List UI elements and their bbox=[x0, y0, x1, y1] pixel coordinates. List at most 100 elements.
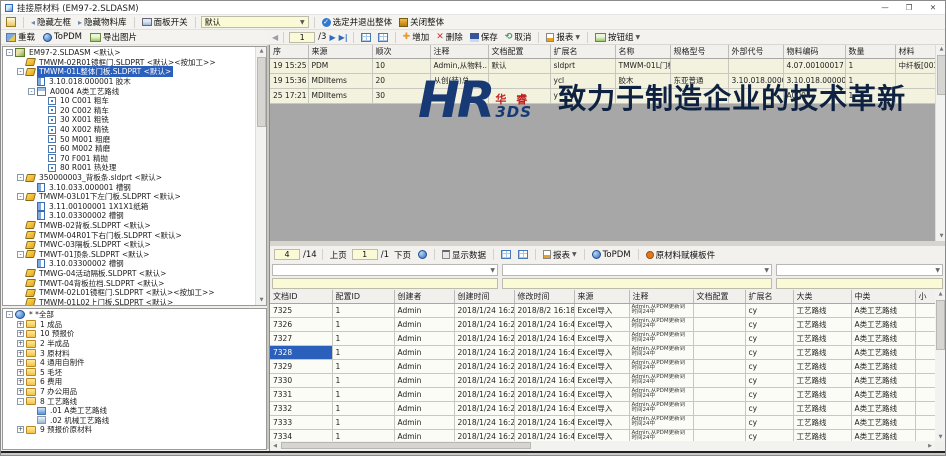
column-header[interactable]: 顺次 bbox=[372, 45, 430, 58]
tree-node[interactable]: 10 C001 粗车 bbox=[3, 96, 255, 106]
close-part-button[interactable]: 关闭整体 bbox=[397, 16, 446, 29]
cell[interactable]: 30 bbox=[372, 88, 430, 103]
cell[interactable]: 1 bbox=[332, 359, 394, 373]
page-number-input[interactable]: 1 bbox=[352, 249, 378, 260]
cell[interactable]: cy bbox=[745, 401, 793, 415]
cell[interactable]: cy bbox=[745, 345, 793, 359]
save-button[interactable]: 保存 bbox=[468, 31, 500, 44]
column-header[interactable]: 序 bbox=[270, 45, 308, 58]
cell[interactable]: 1 bbox=[332, 387, 394, 401]
column-header[interactable]: 外部代号 bbox=[728, 45, 783, 58]
cell[interactable]: ycl bbox=[550, 73, 615, 88]
tree-node[interactable]: 50 M001 粗磨 bbox=[3, 134, 255, 144]
cell[interactable] bbox=[693, 373, 745, 387]
cell[interactable]: A类工艺路线 bbox=[851, 317, 915, 331]
report-button[interactable]: 报表▼ bbox=[544, 31, 582, 44]
cell[interactable]: Admin bbox=[394, 359, 454, 373]
column-header[interactable]: 材料 bbox=[895, 45, 936, 58]
scroll-down-icon[interactable]: ▼ bbox=[936, 232, 946, 241]
cell[interactable]: Excel导入 bbox=[574, 331, 629, 345]
cell[interactable]: 2018/1/24 16:26 bbox=[454, 415, 514, 429]
cell[interactable]: 默认 bbox=[488, 58, 550, 73]
cell[interactable]: 工艺路线 bbox=[793, 373, 851, 387]
cell[interactable]: 1 bbox=[332, 303, 394, 317]
cell[interactable]: cy bbox=[745, 303, 793, 317]
column-header[interactable]: 文档配置 bbox=[693, 290, 745, 303]
cell[interactable]: Admin bbox=[394, 415, 454, 429]
table-row[interactable]: 73331Admin2018/1/24 16:262018/1/24 16:44… bbox=[270, 415, 936, 429]
cell[interactable]: A类工艺路线 bbox=[851, 401, 915, 415]
cell[interactable] bbox=[915, 415, 936, 429]
cell[interactable]: 7330 bbox=[270, 373, 332, 387]
cell[interactable]: cy bbox=[745, 317, 793, 331]
table-row[interactable]: 73321Admin2018/1/24 16:262018/1/24 16:44… bbox=[270, 401, 936, 415]
table-row[interactable]: 25 17:21MDIItems30yA00041 bbox=[270, 88, 936, 103]
cell[interactable]: Excel导入 bbox=[574, 345, 629, 359]
material-template-button[interactable]: 原材料赋模板件 bbox=[644, 248, 718, 261]
cell[interactable] bbox=[895, 73, 936, 88]
column-header[interactable]: 配置ID bbox=[332, 290, 394, 303]
scrollbar-thumb[interactable] bbox=[937, 55, 946, 95]
cell[interactable]: 1 bbox=[332, 345, 394, 359]
cell[interactable]: cy bbox=[745, 373, 793, 387]
expand-icon[interactable]: + bbox=[17, 359, 24, 366]
cell[interactable] bbox=[915, 401, 936, 415]
column-header[interactable]: 小 bbox=[915, 290, 936, 303]
tree-node[interactable]: -8 工艺路线 bbox=[3, 396, 266, 406]
refresh-button[interactable] bbox=[416, 248, 429, 261]
cell[interactable] bbox=[693, 345, 745, 359]
cell[interactable]: cy bbox=[745, 331, 793, 345]
cancel-button[interactable]: ⟲取消 bbox=[503, 31, 534, 44]
cell[interactable] bbox=[670, 88, 728, 103]
cell[interactable]: A类工艺路线 bbox=[851, 359, 915, 373]
cell[interactable] bbox=[488, 73, 550, 88]
config-dropdown[interactable]: 默认▼ bbox=[201, 16, 309, 28]
tree-vertical-scrollbar[interactable]: ▲ ▼ bbox=[255, 47, 266, 305]
cell[interactable]: A类工艺路线 bbox=[851, 331, 915, 345]
cell[interactable]: 工艺路线 bbox=[793, 317, 851, 331]
cell[interactable]: Admin,从PDM更新到时间24中 bbox=[629, 317, 693, 331]
cell[interactable]: TMWM-01L门板 bbox=[615, 58, 670, 73]
table-row[interactable]: 73281Admin2018/1/24 16:262018/1/24 16:43… bbox=[270, 345, 936, 359]
scroll-up-icon[interactable]: ▲ bbox=[936, 45, 946, 54]
button-group-button[interactable]: 按钮组▼ bbox=[593, 31, 642, 44]
expand-icon[interactable]: + bbox=[17, 330, 24, 337]
cell[interactable]: 胶木 bbox=[615, 73, 670, 88]
cell[interactable]: Excel导入 bbox=[574, 359, 629, 373]
form-view-button[interactable] bbox=[516, 248, 530, 261]
cell[interactable] bbox=[915, 331, 936, 345]
expand-icon[interactable]: + bbox=[17, 340, 24, 347]
cell[interactable]: 2018/8/2 16:18 bbox=[514, 303, 574, 317]
column-header[interactable]: 来源 bbox=[574, 290, 629, 303]
column-header[interactable]: 文档配置 bbox=[488, 45, 550, 58]
column-header[interactable]: 规格型号 bbox=[670, 45, 728, 58]
table-row[interactable]: 73251Admin2018/1/24 16:262018/8/2 16:18E… bbox=[270, 303, 936, 317]
cell[interactable]: Admin,从PDM更新到时间24中 bbox=[629, 387, 693, 401]
cell[interactable]: Excel导入 bbox=[574, 317, 629, 331]
cell[interactable] bbox=[693, 415, 745, 429]
cell[interactable] bbox=[915, 303, 936, 317]
cell[interactable]: cy bbox=[745, 359, 793, 373]
cell[interactable] bbox=[895, 88, 936, 103]
notebook-button[interactable] bbox=[4, 16, 18, 29]
table-row[interactable]: 19 15:25PDM10Admin,从物料..默认sldprtTMWM-01L… bbox=[270, 58, 936, 73]
cell[interactable]: A类工艺路线 bbox=[851, 345, 915, 359]
cell[interactable]: 2018/1/24 16:43 bbox=[514, 345, 574, 359]
grid-view-button[interactable] bbox=[359, 31, 373, 44]
cell[interactable]: A类工艺路线 bbox=[851, 373, 915, 387]
next-page-button[interactable]: 下页 bbox=[392, 248, 413, 261]
first-page-button[interactable]: ◀ bbox=[272, 33, 278, 42]
cell[interactable]: 7326 bbox=[270, 317, 332, 331]
tree-node[interactable]: 70 F001 精抛 bbox=[3, 154, 255, 164]
cell[interactable]: Admin,从PDM更新到时间24中 bbox=[629, 303, 693, 317]
next-page-button[interactable]: ▶ bbox=[329, 33, 335, 42]
export-image-button[interactable]: 导出图片 bbox=[88, 31, 139, 44]
expand-icon[interactable]: + bbox=[17, 426, 24, 433]
cell[interactable]: 2018/1/24 16:26 bbox=[454, 317, 514, 331]
column-header[interactable]: 物料编码 bbox=[783, 45, 845, 58]
column-header[interactable]: 创建时间 bbox=[454, 290, 514, 303]
cell[interactable]: 东亚普通 bbox=[670, 73, 728, 88]
expand-icon[interactable]: + bbox=[17, 350, 24, 357]
select-exit-button[interactable]: ✓选定并退出整体 bbox=[320, 16, 395, 29]
collapse-icon[interactable]: - bbox=[17, 251, 24, 258]
